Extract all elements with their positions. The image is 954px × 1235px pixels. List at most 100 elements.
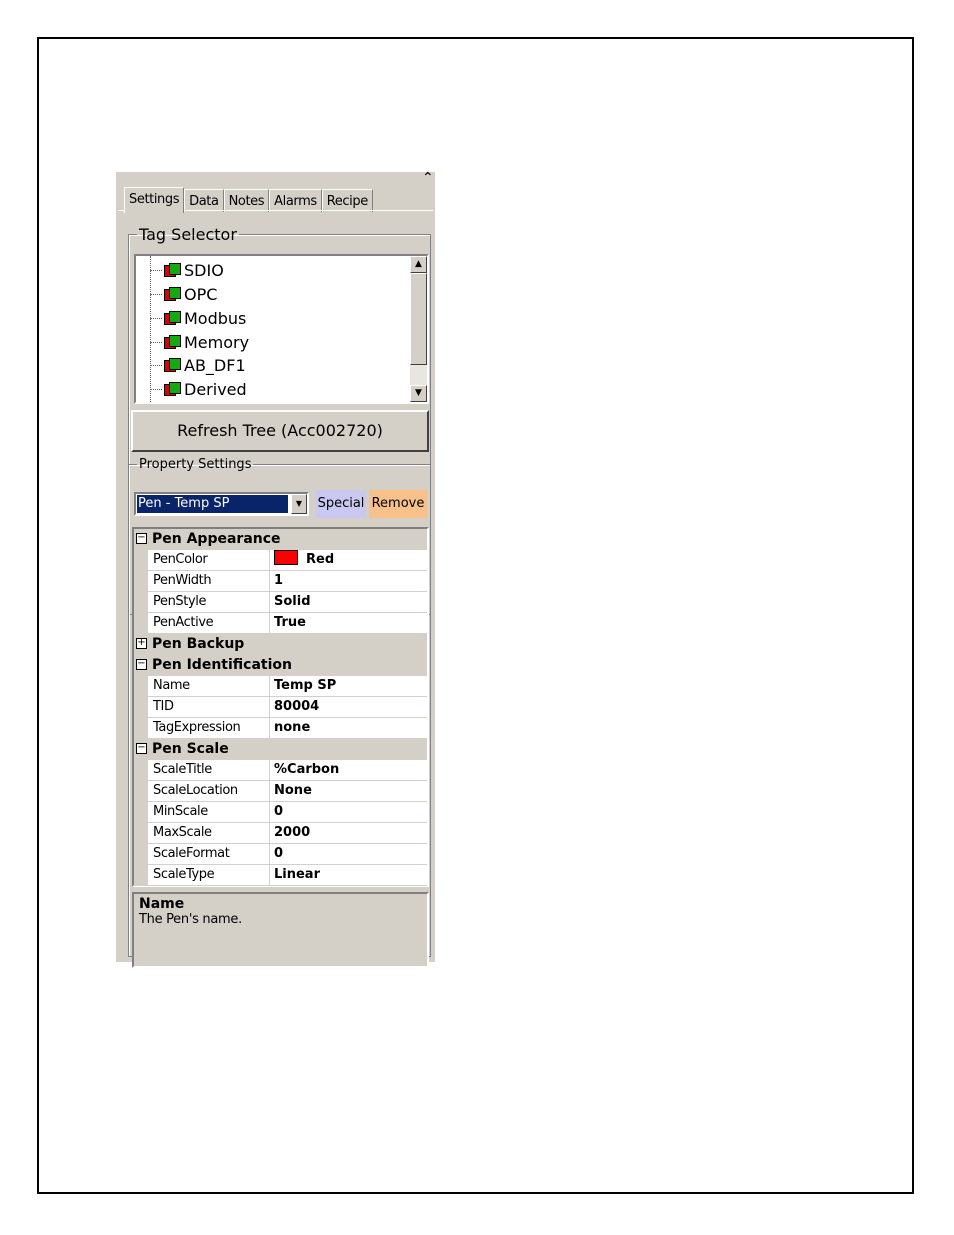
tree-item-label: SDIO — [184, 260, 224, 280]
property-value[interactable]: Solid — [270, 592, 427, 613]
property-value[interactable]: True — [270, 613, 427, 634]
special-button[interactable]: Special — [316, 490, 366, 518]
row-gutter — [134, 802, 148, 823]
remove-button[interactable]: Remove — [369, 490, 427, 518]
category-pen-appearance[interactable]: − Pen Appearance — [134, 529, 427, 550]
property-grid: − Pen Appearance PenColor Red PenWidth 1… — [132, 527, 429, 887]
tree-scrollbar[interactable]: ▲ ▼ — [410, 256, 427, 402]
row-gutter — [134, 550, 148, 571]
property-row-penwidth[interactable]: PenWidth 1 — [134, 571, 427, 592]
property-name: ScaleType — [148, 865, 270, 886]
property-value[interactable]: Temp SP — [270, 676, 427, 697]
help-title: Name — [139, 896, 185, 912]
row-gutter — [134, 844, 148, 865]
scroll-thumb[interactable] — [410, 273, 427, 365]
pencolor-value: Red — [306, 552, 335, 567]
tree-item-sdio[interactable]: SDIO — [150, 258, 224, 282]
property-value[interactable]: %Carbon — [270, 760, 427, 781]
refresh-tree-button[interactable]: Refresh Tree (Acc002720) — [131, 410, 429, 452]
tab-recipe[interactable]: Recipe — [321, 189, 373, 212]
tree-item-label: Modbus — [184, 308, 247, 328]
category-pen-backup[interactable]: + Pen Backup — [134, 634, 427, 655]
property-help-pane: Name The Pen's name. — [132, 892, 429, 968]
tree-item-modbus[interactable]: Modbus — [150, 306, 246, 330]
property-name: PenColor — [148, 550, 270, 571]
tree-item-ab-df1[interactable]: AB_DF1 — [150, 353, 246, 377]
device-node-icon — [164, 311, 181, 325]
collapse-icon[interactable]: − — [136, 743, 147, 754]
property-name: TID — [148, 697, 270, 718]
row-gutter — [134, 718, 148, 739]
property-row-scaletype[interactable]: ScaleType Linear — [134, 865, 427, 886]
tree-branch — [150, 293, 162, 295]
property-value[interactable]: None — [270, 781, 427, 802]
property-row-scaleformat[interactable]: ScaleFormat 0 — [134, 844, 427, 865]
settings-panel: ⌃ Settings Data Notes Alarms Recipe Tag … — [115, 170, 435, 968]
row-gutter — [134, 760, 148, 781]
tree-item-opc[interactable]: OPC — [150, 282, 217, 306]
tag-tree[interactable]: SDIO OPC Modbus Memory AB_DF1 Derived ▲ … — [134, 254, 429, 404]
property-value[interactable]: 0 — [270, 802, 427, 823]
pen-select-dropdown[interactable]: Pen - Temp SP ▼ — [134, 492, 309, 516]
property-row-tagexpression[interactable]: TagExpression none — [134, 718, 427, 739]
property-name: PenActive — [148, 613, 270, 634]
tab-data[interactable]: Data — [184, 189, 224, 212]
property-row-pencolor[interactable]: PenColor Red — [134, 550, 427, 571]
tag-selector-legend: Tag Selector — [139, 225, 237, 244]
property-value[interactable]: Red — [270, 550, 427, 571]
property-row-tid[interactable]: TID 80004 — [134, 697, 427, 718]
row-gutter — [134, 571, 148, 592]
row-gutter — [134, 697, 148, 718]
category-label: Pen Scale — [152, 741, 229, 757]
tree-item-label: OPC — [184, 284, 218, 304]
property-value[interactable]: 0 — [270, 844, 427, 865]
row-gutter — [134, 865, 148, 886]
property-row-maxscale[interactable]: MaxScale 2000 — [134, 823, 427, 844]
category-label: Pen Appearance — [152, 531, 281, 547]
tree-branch — [150, 388, 162, 390]
help-description: The Pen's name. — [139, 912, 242, 927]
scroll-down-icon[interactable]: ▼ — [410, 385, 427, 402]
property-row-minscale[interactable]: MinScale 0 — [134, 802, 427, 823]
property-name: ScaleTitle — [148, 760, 270, 781]
category-pen-scale[interactable]: − Pen Scale — [134, 739, 427, 760]
category-pen-identification[interactable]: − Pen Identification — [134, 655, 427, 676]
property-row-penstyle[interactable]: PenStyle Solid — [134, 592, 427, 613]
tree-item-derived[interactable]: Derived — [150, 377, 247, 401]
property-settings-legend: Property Settings — [139, 457, 252, 472]
row-gutter — [134, 613, 148, 634]
expand-icon[interactable]: + — [136, 638, 147, 649]
tree-branch — [150, 341, 162, 343]
tree-item-label: Memory — [184, 332, 250, 352]
property-value[interactable]: 1 — [270, 571, 427, 592]
row-gutter — [134, 676, 148, 697]
category-label: Pen Identification — [152, 657, 292, 673]
collapse-icon[interactable]: − — [136, 659, 147, 670]
chevron-down-icon[interactable]: ▼ — [291, 494, 307, 514]
property-value[interactable]: 2000 — [270, 823, 427, 844]
property-name: MaxScale — [148, 823, 270, 844]
property-value[interactable]: none — [270, 718, 427, 739]
tab-alarms[interactable]: Alarms — [269, 189, 322, 212]
property-name: PenStyle — [148, 592, 270, 613]
property-settings-group: Property Settings Pen - Temp SP ▼ Specia… — [128, 457, 431, 968]
tab-notes[interactable]: Notes — [223, 189, 270, 212]
tree-item-memory[interactable]: Memory — [150, 330, 249, 354]
property-row-name[interactable]: Name Temp SP — [134, 676, 427, 697]
tab-bar: Settings Data Notes Alarms Recipe — [124, 187, 373, 213]
tab-settings[interactable]: Settings — [124, 187, 185, 213]
property-name: TagExpression — [148, 718, 270, 739]
collapse-caret-icon[interactable]: ⌃ — [422, 170, 434, 186]
device-node-icon — [164, 263, 181, 277]
scroll-up-icon[interactable]: ▲ — [410, 256, 427, 273]
property-name: MinScale — [148, 802, 270, 823]
collapse-icon[interactable]: − — [136, 533, 147, 544]
property-value[interactable]: 80004 — [270, 697, 427, 718]
property-value[interactable]: Linear — [270, 865, 427, 886]
property-name: Name — [148, 676, 270, 697]
tree-item-label: Derived — [184, 379, 247, 399]
property-row-scaletitle[interactable]: ScaleTitle %Carbon — [134, 760, 427, 781]
property-row-scalelocation[interactable]: ScaleLocation None — [134, 781, 427, 802]
device-node-icon — [164, 358, 181, 372]
property-row-penactive[interactable]: PenActive True — [134, 613, 427, 634]
